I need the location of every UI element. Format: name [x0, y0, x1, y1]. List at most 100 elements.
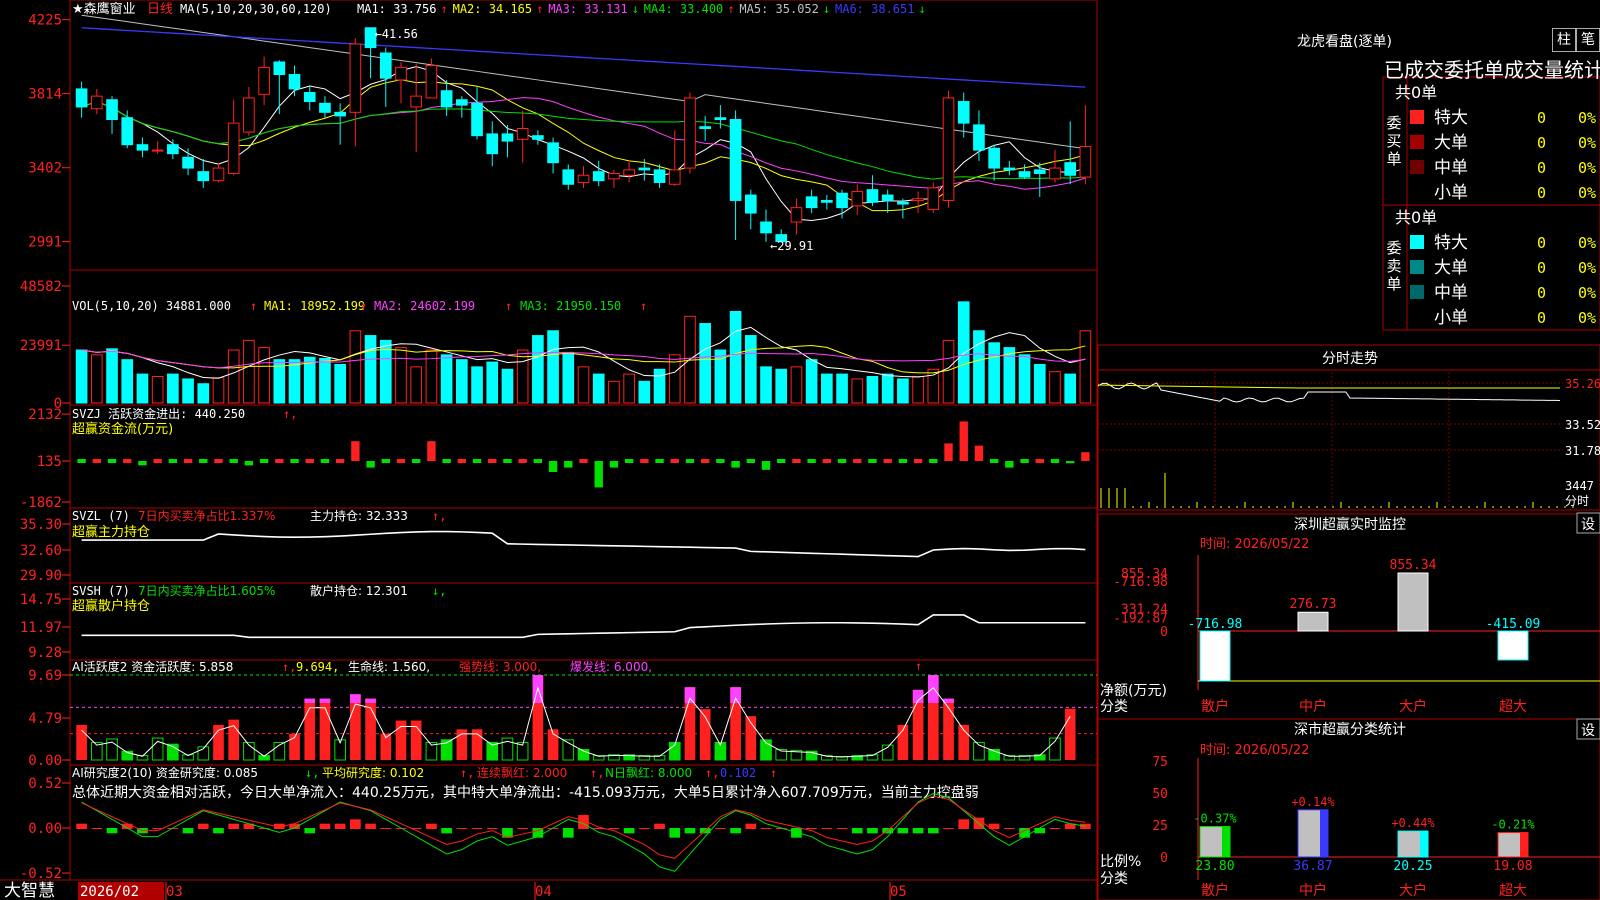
research-bar [334, 823, 346, 829]
research-bar [821, 828, 833, 829]
candle-body [760, 221, 772, 234]
candle-body [547, 142, 559, 164]
candle-body [471, 102, 483, 137]
classify-value-label: 36.87 [1293, 859, 1332, 874]
candle-body [532, 135, 544, 140]
ai-research-r5: 0.102 [720, 766, 756, 780]
sell-row-pct: 0% [1578, 234, 1596, 252]
buy-row-label: 小单 [1434, 183, 1468, 203]
classify-bar-edge [1320, 809, 1328, 857]
research-bar [912, 828, 924, 834]
flow-bar [1005, 461, 1014, 468]
activity-peak [365, 698, 376, 703]
volume-bar [562, 351, 575, 404]
buy-swatch [1410, 160, 1424, 174]
monitor-bar-label: -716.98 [1188, 617, 1243, 632]
sell-row-value: 0 [1537, 259, 1546, 277]
price-tick-label: 4225 [28, 13, 62, 29]
volume-bar [881, 373, 894, 404]
ai-burst-line: 爆发线: 6.000, [570, 659, 652, 674]
research-bar [1049, 828, 1061, 829]
volume-bar [699, 323, 711, 404]
svsh-arrow: ↓, [432, 584, 446, 598]
period-label: 日线 [147, 2, 173, 17]
volume-bar [744, 335, 757, 404]
buy-row-value: 0 [1537, 184, 1546, 202]
kline-chart-area[interactable]: 4225 3814 3402 2991 ←41.56 ←29.91 ★森鹰窗业 日线 MA(5,… [0, 0, 1600, 900]
vol-tick-label: 48582 [20, 279, 62, 295]
activity-peak [350, 694, 361, 703]
pen-button[interactable]: 笔 [1576, 28, 1600, 52]
ai-summary: 总体近期大资金相对活跃，今日大单净流入：440.25万元，其中特大单净流出：-4… [72, 784, 979, 801]
buy-side-label: 委 [1386, 114, 1401, 132]
main-position-line [81, 530, 1086, 558]
volume-bar [319, 357, 331, 404]
classify-bar-edge [1520, 832, 1528, 857]
activity-peak [304, 698, 316, 703]
candle-body [790, 207, 803, 223]
sell-swatch [1410, 260, 1424, 274]
research-bar [486, 828, 498, 829]
svzj-arrow: ↑, [283, 407, 297, 421]
volume-bar [532, 335, 544, 404]
ai-active-tick-label: 4.79 [28, 711, 62, 727]
flow-bar [959, 421, 968, 461]
candle-body [988, 147, 1000, 169]
candle-body [334, 111, 346, 117]
volume-bar [1018, 354, 1031, 404]
candle-body [167, 144, 179, 155]
classify-tick-label: 75 [1152, 755, 1168, 770]
flow-bar [412, 459, 421, 463]
research-bar [319, 823, 331, 829]
sell-row-value: 0 [1537, 284, 1546, 302]
classify-cat-label: 中户 [1299, 882, 1327, 899]
volume-bar [775, 368, 788, 404]
volume-bar [638, 380, 651, 404]
classify-tick-label: 25 [1152, 819, 1168, 834]
buy-row-label: 特大 [1434, 108, 1468, 128]
buy-swatch [1410, 110, 1424, 124]
ai-research-avg: 平均研究度: 0.102 [322, 765, 424, 780]
volume-bar [790, 366, 803, 404]
research-bar [350, 819, 361, 829]
svzj-tick-label: -1862 [20, 495, 62, 511]
candle-body [136, 144, 149, 151]
intraday-tick-label: 31.78 [1565, 444, 1600, 458]
volume-bar [288, 359, 301, 404]
intraday-vol-tick: 3447 [1565, 479, 1594, 493]
flow-bar [655, 459, 664, 463]
volume-bar [653, 368, 666, 404]
monitor-cat-label: 大户 [1399, 698, 1427, 715]
flow-bar [335, 459, 345, 463]
ma-legend-2: MA2: 34.165 [453, 2, 532, 16]
svzl-label: 超赢主力持仓 [72, 524, 150, 540]
candle-body [182, 156, 194, 169]
flow-bar [457, 459, 467, 463]
research-bar [380, 828, 392, 829]
flow-bar [822, 459, 832, 463]
ma-legend-1: MA1: 33.756 [357, 2, 436, 16]
flow-bar [792, 459, 801, 463]
column-button[interactable]: 柱 [1552, 28, 1576, 52]
sell-row-label: 特大 [1434, 233, 1468, 253]
vol-ma1: MA1: 18952.199 [264, 299, 365, 313]
volume-bar [410, 366, 423, 404]
flow-bar [746, 459, 755, 463]
candle-body [349, 43, 362, 113]
svzl-tick-label: 35.30 [20, 517, 62, 533]
ai-active-title: AI活跃度2 资金活跃度: 5.858 [72, 659, 233, 674]
monitor-ylabel: 净额(万元) [1100, 683, 1167, 699]
ai-research-tick-label: -0.52 [20, 866, 62, 882]
volume-bar [927, 368, 940, 404]
monitor-bar [1199, 630, 1231, 682]
svzl-tick-label: 32.60 [20, 543, 62, 559]
flow-bar [427, 441, 436, 461]
volume-bar [1033, 363, 1046, 404]
candle-body [227, 122, 240, 174]
retail-position-line [81, 614, 1086, 639]
vol-ma2: MA2: 24602.199 [374, 299, 475, 313]
candle-body [319, 102, 331, 113]
research-bar [623, 828, 635, 834]
candle-body [638, 167, 651, 171]
flow-bar [244, 461, 254, 466]
